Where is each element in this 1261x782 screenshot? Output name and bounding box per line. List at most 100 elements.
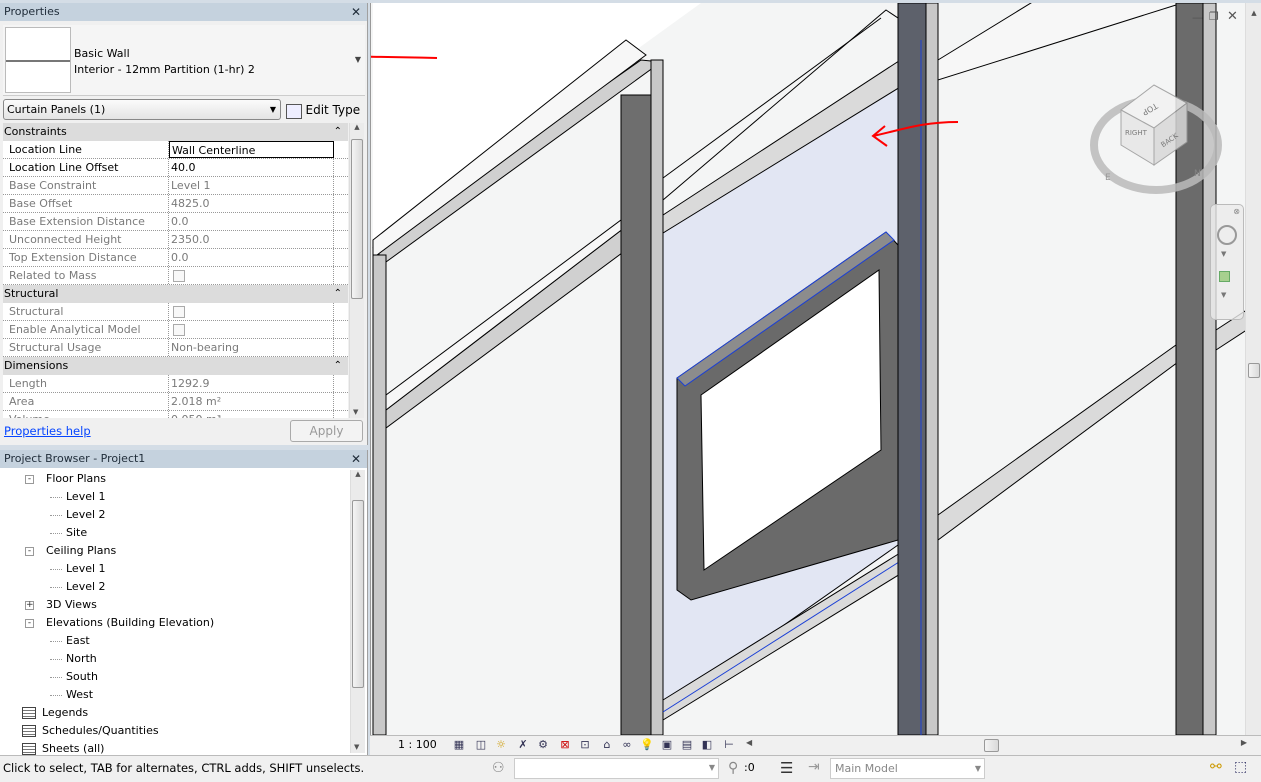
shadows-icon[interactable]: ✗ <box>516 738 530 752</box>
tree-connector <box>50 695 62 696</box>
property-row[interactable]: Top Extension Distance 0.0 <box>3 249 348 267</box>
browser-tree: Floor Plans - Level 1 Level 2 Site Ceiling Pl… <box>0 470 349 755</box>
property-value[interactable]: 40.0 <box>169 159 334 176</box>
viewport-horizontal-scrollbar[interactable]: ◀ ▶ <box>744 738 1249 753</box>
property-row[interactable]: Area 2.018 m² <box>3 393 348 411</box>
reveal-hidden-icon[interactable]: 💡 <box>640 738 654 752</box>
close-icon[interactable]: ✕ <box>351 3 361 21</box>
browser-item[interactable]: South <box>66 668 98 686</box>
browser-item[interactable]: Level 2 <box>66 506 106 524</box>
show-analytical-icon[interactable]: ▤ <box>680 738 694 752</box>
detail-level-icon[interactable]: ▦ <box>452 738 466 752</box>
apply-button[interactable]: Apply <box>290 420 363 442</box>
workset-dropdown[interactable]: ▼ <box>514 758 719 779</box>
zoom-region-icon[interactable] <box>1219 271 1230 282</box>
crop-view-icon[interactable]: ⊠ <box>558 738 572 752</box>
tree-connector <box>50 659 62 660</box>
browser-item[interactable]: Level 2 <box>66 578 106 596</box>
property-name: Volume <box>3 411 169 418</box>
render-icon[interactable]: ⚙ <box>536 738 550 752</box>
properties-help-link[interactable]: Properties help <box>4 424 91 438</box>
steering-wheel-icon[interactable] <box>1217 225 1237 245</box>
browser-item[interactable]: Ceiling Plans <box>46 542 116 560</box>
3d-viewport[interactable]: TOP RIGHT BACK N E — ❐ ✕ ⊗ ▼ ▼ ▲ <box>370 3 1261 735</box>
design-option-dropdown[interactable]: Main Model ▼ <box>830 758 985 779</box>
expand-icon[interactable]: + <box>25 601 34 610</box>
group-header-constraints[interactable]: Constraints <box>3 123 348 141</box>
property-row[interactable]: Length 1292.9 <box>3 375 348 393</box>
property-row[interactable]: Location Line Offset 40.0 <box>3 159 348 177</box>
browser-item[interactable]: West <box>66 686 93 704</box>
property-row[interactable]: Base Constraint Level 1 <box>3 177 348 195</box>
property-row[interactable]: Volume0.050 m³ <box>3 411 348 418</box>
browser-item[interactable]: Elevations (Building Elevation) <box>46 614 214 632</box>
edit-type-button[interactable]: Edit Type <box>286 100 360 120</box>
property-value[interactable]: Wall Centerline <box>169 141 334 158</box>
worksets-icon[interactable]: ⚇ <box>492 760 505 776</box>
checkbox[interactable] <box>173 324 185 336</box>
filter-icon[interactable]: ⚲ <box>728 760 738 776</box>
property-row[interactable]: Unconnected Height 2350.0 <box>3 231 348 249</box>
view-control-bar: 1 : 100 ▦ ◫ ☼ ✗ ⚙ ⊠ ⊡ ⌂ ∞ 💡 ▣ ▤ ◧ ⊢ ◀ ▶ <box>370 735 1261 755</box>
browser-item[interactable]: Floor Plans <box>46 470 106 488</box>
collapse-icon[interactable]: - <box>25 547 34 556</box>
group-header-dimensions[interactable]: Dimensions <box>3 357 348 375</box>
model-canvas[interactable]: TOP RIGHT BACK N E <box>371 3 1261 735</box>
property-row[interactable]: Structural Usage Non-bearing <box>3 339 348 357</box>
browser-item[interactable]: East <box>66 632 90 650</box>
group-header-structural[interactable]: Structural <box>3 285 348 303</box>
properties-scrollbar[interactable]: ▲ ▼ <box>349 123 364 418</box>
scrollbar-thumb[interactable] <box>1248 363 1260 378</box>
visual-style-icon[interactable]: ◫ <box>474 738 488 752</box>
instance-filter-dropdown[interactable]: Curtain Panels (1) ▼ <box>3 99 281 120</box>
browser-item[interactable]: Level 1 <box>66 488 106 506</box>
browser-item[interactable]: Level 1 <box>66 560 106 578</box>
sun-path-icon[interactable]: ☼ <box>494 738 508 752</box>
temporary-hide-icon[interactable]: ∞ <box>620 738 634 752</box>
browser-item[interactable]: Site <box>66 524 87 542</box>
checkbox[interactable] <box>173 270 185 282</box>
property-row[interactable]: Enable Analytical Model <box>3 321 348 339</box>
property-value: 1292.9 <box>169 375 334 392</box>
property-row[interactable]: Structural <box>3 303 348 321</box>
property-row[interactable]: Base Offset 4825.0 <box>3 195 348 213</box>
close-icon[interactable]: ✕ <box>351 450 361 468</box>
property-name: Base Extension Distance <box>3 213 169 230</box>
property-value: Level 1 <box>169 177 334 194</box>
browser-item[interactable]: North <box>66 650 97 668</box>
editing-requests-icon[interactable]: ☰ <box>780 759 793 777</box>
browser-item[interactable]: Schedules/Quantities <box>42 722 159 740</box>
close-view-icon[interactable]: ✕ <box>1227 9 1238 24</box>
browser-scrollbar[interactable]: ▲ ▼ <box>350 470 365 753</box>
select-links-icon[interactable]: ⚯ <box>1210 759 1222 775</box>
status-message: Click to select, TAB for alternates, CTR… <box>3 761 365 775</box>
chevron-down-icon: ▼ <box>269 105 276 114</box>
constraints-icon[interactable]: ⊢ <box>722 738 736 752</box>
highlight-displacement-icon[interactable]: ◧ <box>700 738 714 752</box>
viewport-vertical-scrollbar[interactable]: ▲ <box>1245 3 1261 735</box>
legend-icon <box>22 707 36 719</box>
close-icon[interactable]: ⊗ <box>1233 207 1240 216</box>
type-selector[interactable]: Basic Wall Interior - 12mm Partition (1-… <box>3 25 365 96</box>
browser-item[interactable]: Sheets (all) <box>42 740 104 755</box>
temporary-properties-icon[interactable]: ▣ <box>660 738 674 752</box>
scrollbar-thumb[interactable] <box>351 139 363 299</box>
show-crop-icon[interactable]: ⊡ <box>578 738 592 752</box>
property-row[interactable]: Base Extension Distance 0.0 <box>3 213 348 231</box>
scrollbar-thumb[interactable] <box>984 739 999 752</box>
browser-item[interactable]: 3D Views <box>46 596 97 614</box>
property-row[interactable]: Related to Mass <box>3 267 348 285</box>
restore-icon[interactable]: ❐ <box>1209 10 1219 23</box>
select-underlay-icon[interactable]: ⬚ <box>1234 759 1247 775</box>
scrollbar-thumb[interactable] <box>352 500 364 688</box>
collapse-icon[interactable]: - <box>25 619 34 628</box>
design-options-icon[interactable]: ⇥ <box>808 759 820 775</box>
checkbox[interactable] <box>173 306 185 318</box>
minimize-icon[interactable]: — <box>1192 11 1203 24</box>
lock-view-icon[interactable]: ⌂ <box>600 738 614 752</box>
browser-item[interactable]: Legends <box>42 704 88 722</box>
property-row[interactable]: Location Line Wall Centerline <box>3 141 348 159</box>
view-scale[interactable]: 1 : 100 <box>398 738 437 751</box>
collapse-icon[interactable]: - <box>25 475 34 484</box>
chevron-down-icon[interactable]: ▼ <box>355 55 361 64</box>
